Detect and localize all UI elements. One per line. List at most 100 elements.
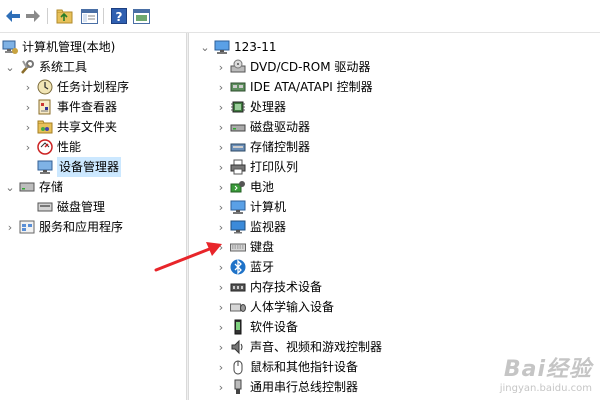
help-icon[interactable]: ? <box>110 7 128 25</box>
tree-item-system-tools[interactable]: ⌄ 系统工具 <box>4 57 87 77</box>
tree-item-device-category[interactable]: › 通用串行总线控制器 <box>215 377 358 397</box>
tree-label: 磁盘管理 <box>57 200 106 214</box>
disk-management-icon <box>37 199 53 215</box>
tree-label: 打印队列 <box>250 160 299 174</box>
memory-device-icon <box>230 279 246 295</box>
device-tree: ⌄ 123-11 › DVD/CD-ROM 驱动器 › IDE ATA/ATAPI 控… <box>189 33 600 400</box>
tree-label: 磁盘驱动器 <box>250 120 311 134</box>
toolbar: ? <box>0 0 600 33</box>
tree-item-performance[interactable]: › 性能 <box>22 137 81 157</box>
usb-icon <box>230 379 246 395</box>
device-manager-icon <box>37 159 53 175</box>
chevron-right-icon[interactable]: › <box>22 77 34 97</box>
tree-item-storage[interactable]: ⌄ 存储 <box>4 177 63 197</box>
chevron-right-icon[interactable]: › <box>215 77 227 97</box>
annotation-arrow <box>154 242 222 272</box>
event-viewer-icon <box>37 99 53 115</box>
tree-item-event-viewer[interactable]: › 事件查看器 <box>22 97 117 117</box>
chevron-right-icon[interactable]: › <box>215 57 227 77</box>
tree-label: 计算机 <box>250 200 287 214</box>
tree-label: DVD/CD-ROM 驱动器 <box>250 60 371 74</box>
chevron-right-icon[interactable]: › <box>215 297 227 317</box>
tree-label: IDE ATA/ATAPI 控制器 <box>250 80 373 94</box>
software-device-icon <box>230 319 246 335</box>
svg-text:?: ? <box>116 10 123 24</box>
chevron-right-icon[interactable]: › <box>215 377 227 397</box>
tree-item-device-category[interactable]: › 处理器 <box>215 97 286 117</box>
tree-item-device-manager[interactable]: 设备管理器 <box>37 157 122 177</box>
tree-label: 处理器 <box>250 100 287 114</box>
chevron-right-icon[interactable]: › <box>215 137 227 157</box>
chevron-right-icon[interactable]: › <box>215 337 227 357</box>
tree-label: 电池 <box>250 180 275 194</box>
tree-item-shared-folders[interactable]: › 共享文件夹 <box>22 117 117 137</box>
chevron-down-icon[interactable]: ⌄ <box>4 177 16 197</box>
tree-item-device-category[interactable]: › IDE ATA/ATAPI 控制器 <box>215 77 373 97</box>
tree-label: 监视器 <box>250 220 287 234</box>
tree-item-computer-management[interactable]: 计算机管理(本地) <box>2 37 115 57</box>
tree-label: 存储 <box>39 180 64 194</box>
monitor-icon <box>230 219 246 235</box>
watermark-logo: Bai经验 <box>503 357 592 382</box>
tree-item-disk-management[interactable]: 磁盘管理 <box>37 197 105 217</box>
tree-label: 存储控制器 <box>250 140 311 154</box>
properties-icon[interactable] <box>132 7 150 25</box>
tree-item-device-category[interactable]: › 鼠标和其他指针设备 <box>215 357 358 377</box>
tree-item-services-apps[interactable]: › 服务和应用程序 <box>4 217 123 237</box>
tree-item-device-category[interactable]: › DVD/CD-ROM 驱动器 <box>215 57 370 77</box>
tree-label: 服务和应用程序 <box>39 220 124 234</box>
chevron-right-icon[interactable]: › <box>215 217 227 237</box>
chevron-right-icon[interactable]: › <box>215 197 227 217</box>
battery-icon <box>230 179 246 195</box>
tree-item-device-category[interactable]: › 存储控制器 <box>215 137 310 157</box>
tree-item-device-category[interactable]: › 内存技术设备 <box>215 277 322 297</box>
tree-item-computer-root[interactable]: ⌄ 123-11 <box>199 37 277 57</box>
chevron-right-icon[interactable]: › <box>22 137 34 157</box>
back-arrow-icon[interactable] <box>4 7 22 25</box>
forward-arrow-icon[interactable] <box>24 7 42 25</box>
tree-item-device-category[interactable]: › 声音、视频和游戏控制器 <box>215 337 382 357</box>
keyboard-icon <box>230 239 246 255</box>
up-folder-icon[interactable] <box>55 7 73 25</box>
tree-label: 共享文件夹 <box>57 120 118 134</box>
tree-item-device-category[interactable]: › 人体学输入设备 <box>215 297 334 317</box>
computer-management-icon <box>2 39 18 55</box>
computer-icon <box>230 199 246 215</box>
ide-controller-icon <box>230 79 246 95</box>
performance-icon <box>37 139 53 155</box>
chevron-right-icon[interactable]: › <box>215 157 227 177</box>
chevron-right-icon[interactable]: › <box>215 357 227 377</box>
left-navigation-tree: 计算机管理(本地) ⌄ 系统工具 › 任务计划程序 › 事件查看器 › 共享文件… <box>0 33 186 400</box>
chevron-right-icon[interactable]: › <box>22 97 34 117</box>
show-hide-tree-icon[interactable] <box>80 7 98 25</box>
tree-label: 软件设备 <box>250 320 299 334</box>
tree-label: 123-11 <box>234 40 277 54</box>
tree-item-device-category[interactable]: › 磁盘驱动器 <box>215 117 310 137</box>
sound-icon <box>230 339 246 355</box>
tree-item-device-category[interactable]: › 电池 <box>215 177 274 197</box>
processor-icon <box>230 99 246 115</box>
chevron-right-icon[interactable]: › <box>22 117 34 137</box>
chevron-down-icon[interactable]: ⌄ <box>4 57 16 77</box>
chevron-right-icon[interactable]: › <box>215 317 227 337</box>
chevron-right-icon[interactable]: › <box>215 117 227 137</box>
services-icon <box>19 219 35 235</box>
chevron-right-icon[interactable]: › <box>4 217 16 237</box>
tree-item-task-scheduler[interactable]: › 任务计划程序 <box>22 77 129 97</box>
tree-item-device-category[interactable]: › 软件设备 <box>215 317 298 337</box>
shared-folder-icon <box>37 119 53 135</box>
tree-item-device-category[interactable]: › 计算机 <box>215 197 286 217</box>
tree-label: 通用串行总线控制器 <box>250 380 359 394</box>
watermark-url: jingyan.baidu.com <box>499 383 592 394</box>
chevron-right-icon[interactable]: › <box>215 277 227 297</box>
clock-icon <box>37 79 53 95</box>
storage-controller-icon <box>230 139 246 155</box>
tree-item-device-category[interactable]: › 监视器 <box>215 217 286 237</box>
chevron-right-icon[interactable]: › <box>215 97 227 117</box>
disk-drive-icon <box>230 119 246 135</box>
chevron-right-icon[interactable]: › <box>215 177 227 197</box>
tree-item-device-category[interactable]: › 打印队列 <box>215 157 298 177</box>
computer-root-icon <box>214 39 230 55</box>
chevron-down-icon[interactable]: ⌄ <box>199 37 211 57</box>
bluetooth-icon <box>230 259 246 275</box>
